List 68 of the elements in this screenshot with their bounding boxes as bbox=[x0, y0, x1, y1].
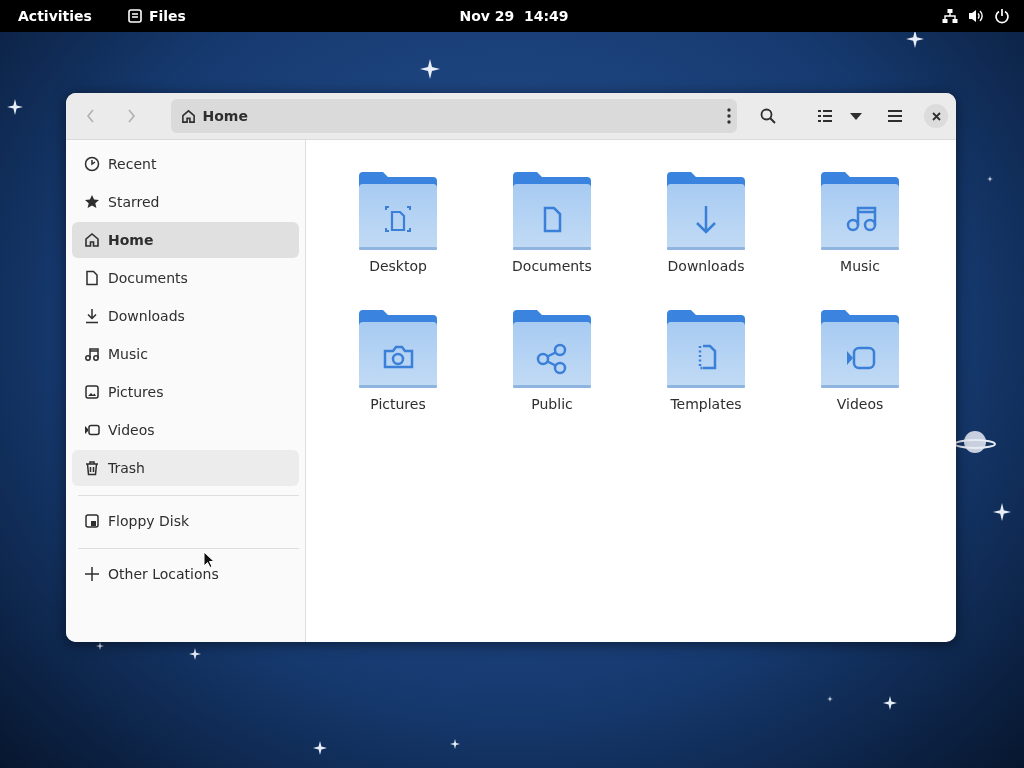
download-icon bbox=[84, 308, 100, 324]
folder-item[interactable]: Music bbox=[783, 170, 937, 308]
menu-icon bbox=[887, 109, 904, 123]
clock[interactable]: Nov 29 14:49 bbox=[459, 8, 569, 24]
path-label: Home bbox=[202, 108, 249, 124]
sidebar-item[interactable]: Other Locations bbox=[72, 556, 299, 592]
home-icon bbox=[181, 108, 197, 124]
network-icon[interactable] bbox=[942, 8, 958, 24]
chevron-left-icon bbox=[85, 109, 96, 123]
list-icon bbox=[816, 109, 833, 123]
folder-item[interactable]: Templates bbox=[629, 308, 783, 446]
folder-icon bbox=[512, 170, 592, 250]
folder-icon bbox=[358, 308, 438, 388]
folder-item[interactable]: Pictures bbox=[321, 308, 475, 446]
star-icon bbox=[827, 696, 833, 702]
mouse-pointer-icon bbox=[203, 551, 215, 569]
trash-icon bbox=[84, 460, 100, 476]
star-icon bbox=[883, 696, 897, 710]
star-icon bbox=[7, 99, 23, 115]
close-icon bbox=[931, 111, 941, 121]
star-icon bbox=[189, 648, 201, 660]
speaker-icon[interactable] bbox=[968, 8, 984, 24]
folder-icon bbox=[666, 170, 746, 250]
folder-item[interactable]: Desktop bbox=[321, 170, 475, 308]
document-icon bbox=[84, 270, 100, 286]
caret-icon bbox=[849, 112, 862, 120]
folder-item[interactable]: Downloads bbox=[629, 170, 783, 308]
folder-icon bbox=[666, 308, 746, 388]
activities-button[interactable]: Activities bbox=[18, 8, 92, 24]
star-icon bbox=[313, 741, 327, 755]
folder-icon bbox=[512, 308, 592, 388]
star-icon bbox=[96, 642, 104, 650]
close-button[interactable] bbox=[924, 104, 948, 128]
folder-icon bbox=[820, 308, 900, 388]
folder-icon bbox=[820, 170, 900, 250]
sidebar-item[interactable]: Documents bbox=[72, 260, 299, 296]
sidebar-item[interactable]: Videos bbox=[72, 412, 299, 448]
star-icon bbox=[906, 32, 924, 48]
star-icon bbox=[993, 503, 1011, 521]
folder-item[interactable]: Public bbox=[475, 308, 629, 446]
power-icon[interactable] bbox=[994, 8, 1010, 24]
chevron-right-icon bbox=[125, 109, 136, 123]
folder-item[interactable]: Documents bbox=[475, 170, 629, 308]
clock-icon bbox=[84, 156, 100, 172]
star-icon bbox=[84, 194, 100, 210]
folder-item[interactable]: Videos bbox=[783, 308, 937, 446]
star-icon bbox=[420, 59, 440, 79]
path-bar[interactable]: Home bbox=[171, 99, 738, 133]
sidebar-item[interactable]: Floppy Disk bbox=[72, 503, 299, 539]
sidebar-item[interactable]: Recent bbox=[72, 146, 299, 182]
folder-icon bbox=[358, 170, 438, 250]
sidebar-item[interactable]: Starred bbox=[72, 184, 299, 220]
app-menu[interactable]: Files bbox=[127, 8, 186, 24]
star-icon bbox=[987, 176, 993, 182]
image-icon bbox=[84, 384, 100, 400]
home-icon bbox=[84, 232, 100, 248]
sidebar-item[interactable]: Downloads bbox=[72, 298, 299, 334]
video-camera-icon bbox=[84, 422, 100, 438]
search-icon bbox=[760, 108, 776, 124]
star-icon bbox=[450, 739, 460, 749]
sidebar-item[interactable]: Music bbox=[72, 336, 299, 372]
sidebar-item[interactable]: Pictures bbox=[72, 374, 299, 410]
sidebar-item[interactable]: Trash bbox=[72, 450, 299, 486]
file-cabinet-icon bbox=[127, 9, 142, 23]
sidebar-item[interactable]: Home bbox=[72, 222, 299, 258]
music-icon bbox=[84, 346, 100, 362]
plus-icon bbox=[84, 566, 100, 582]
more-options-icon[interactable] bbox=[727, 108, 732, 124]
